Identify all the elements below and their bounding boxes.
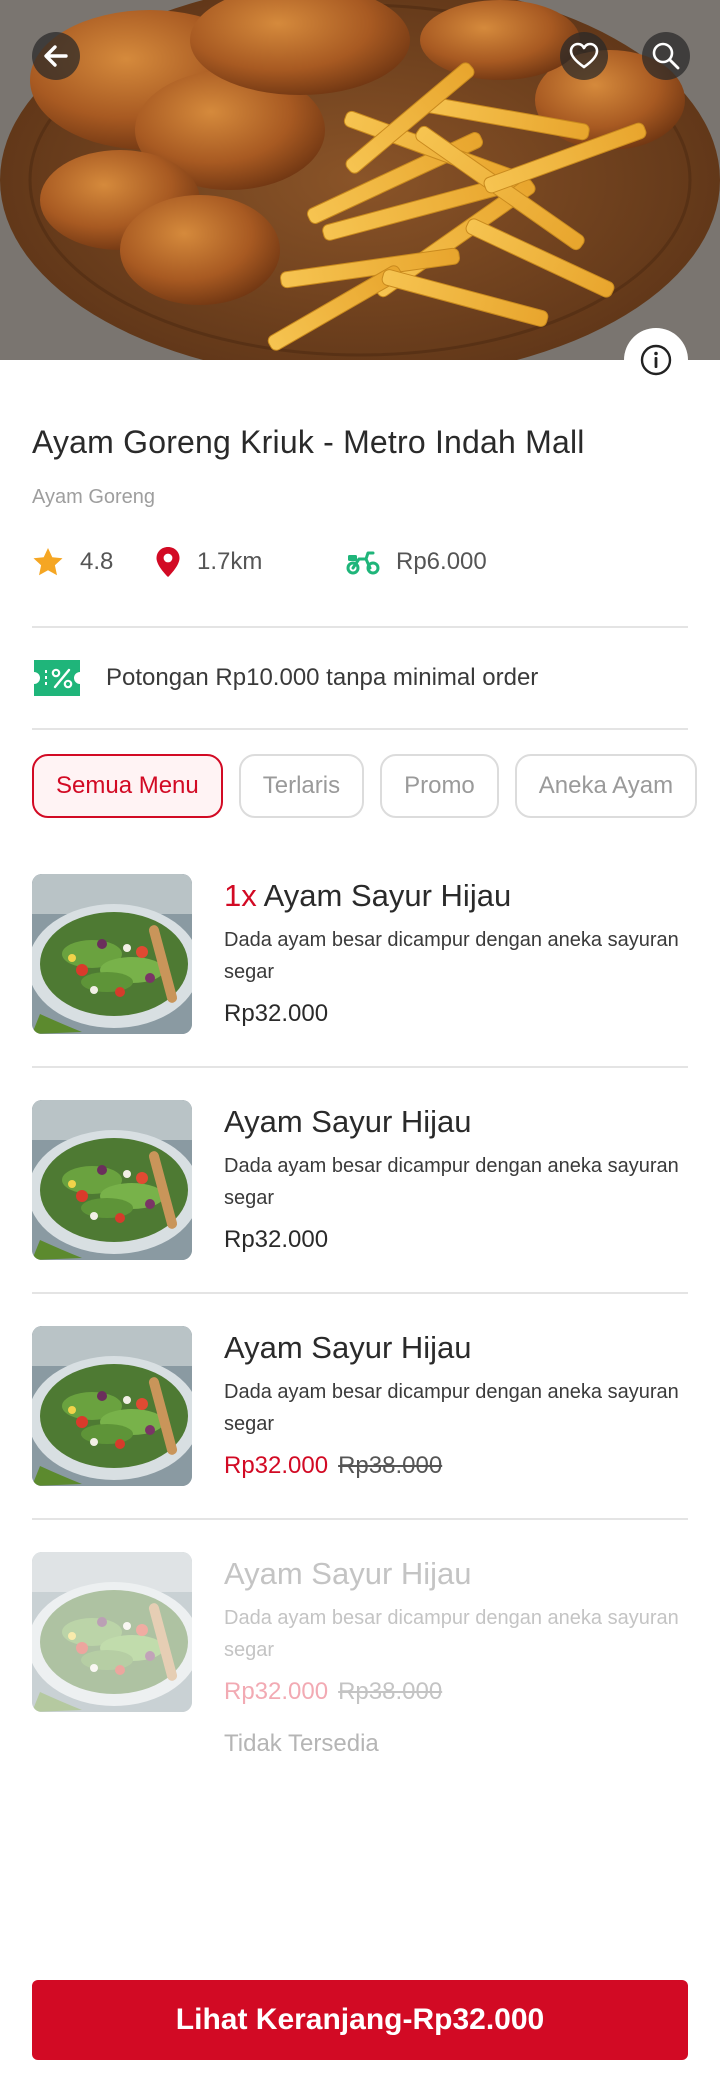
dish-price: Rp32.000	[224, 1000, 329, 1027]
divider	[32, 1518, 688, 1520]
divider	[32, 1292, 688, 1294]
promo-banner[interactable]: Potongan Rp10.000 tanpa minimal order	[32, 656, 538, 700]
dish-description: Dada ayam besar dicampur dengan aneka sa…	[224, 1155, 679, 1209]
price-row: Rp32.000	[224, 1000, 328, 1028]
distance: 1.7km	[155, 546, 346, 578]
dish-name: Ayam Sayur Hijau	[224, 1104, 472, 1139]
restaurant-category: Ayam Goreng	[32, 486, 156, 508]
price-row: Rp32.000	[224, 1226, 328, 1254]
dish-image	[32, 1326, 192, 1486]
restaurant-name: Ayam Goreng Kriuk - Metro Indah Mall	[32, 424, 585, 460]
dish-original-price: Rp38.000	[338, 1678, 443, 1705]
dish-description: Dada ayam besar dicampur dengan aneka sa…	[224, 1381, 679, 1435]
search-icon	[652, 42, 680, 70]
view-cart-button[interactable]: Lihat Keranjang-Rp32.000	[32, 1980, 688, 2060]
list-item: Ayam Sayur Hijau Dada ayam besar dicampu…	[32, 1552, 688, 1778]
info-icon	[640, 344, 672, 376]
distance-value: 1.7km	[197, 548, 263, 575]
delivery-fee: Rp6.000	[346, 548, 487, 576]
arrow-left-icon	[44, 45, 68, 67]
dish-original-price: Rp38.000	[338, 1452, 443, 1479]
tab-semua-menu[interactable]: Semua Menu	[32, 754, 223, 818]
rating: 4.8	[32, 547, 155, 577]
promo-text: Potongan Rp10.000 tanpa minimal order	[106, 664, 539, 691]
tab-aneka-ayam[interactable]: Aneka Ayam	[514, 754, 698, 818]
price-row: Rp32.000 Rp38.000	[224, 1678, 442, 1706]
info-button[interactable]	[624, 328, 688, 392]
availability-status: Tidak Tersedia	[224, 1730, 379, 1757]
menu-category-tabs: Semua Menu Terlaris Promo Aneka Ayam	[32, 754, 713, 818]
cart-quantity: 1x	[224, 878, 257, 913]
hero-image	[0, 0, 720, 360]
back-button[interactable]	[32, 32, 80, 80]
divider	[32, 728, 688, 730]
delivery-fee-value: Rp6.000	[396, 548, 487, 575]
dish-name: 1x Ayam Sayur Hijau	[224, 878, 512, 913]
dish-name: Ayam Sayur Hijau	[224, 1330, 472, 1365]
dish-image	[32, 1552, 192, 1712]
location-pin-icon	[155, 546, 181, 578]
tab-promo[interactable]: Promo	[380, 754, 499, 818]
price-row: Rp32.000 Rp38.000	[224, 1452, 442, 1480]
heart-icon	[569, 42, 599, 69]
tab-terlaris[interactable]: Terlaris	[238, 754, 365, 818]
restaurant-meta: 4.8 1.7km Rp6.000	[32, 544, 487, 580]
dish-price: Rp32.000	[224, 1452, 329, 1479]
divider	[32, 1066, 688, 1068]
favorite-button[interactable]	[560, 32, 608, 80]
fried-chicken-fries-photo	[0, 0, 720, 360]
dish-name: Ayam Sayur Hijau	[224, 1556, 472, 1591]
dish-price: Rp32.000	[224, 1226, 329, 1253]
dish-image	[32, 1100, 192, 1260]
dish-description: Dada ayam besar dicampur dengan aneka sa…	[224, 1607, 679, 1661]
rating-value: 4.8	[80, 548, 114, 575]
star-icon	[32, 547, 64, 577]
search-button[interactable]	[642, 32, 690, 80]
dish-description: Dada ayam besar dicampur dengan aneka sa…	[224, 929, 679, 983]
dish-image	[32, 874, 192, 1034]
scooter-icon	[346, 549, 380, 575]
dish-price: Rp32.000	[224, 1678, 329, 1705]
discount-ticket-icon	[34, 660, 80, 696]
divider	[32, 626, 688, 628]
